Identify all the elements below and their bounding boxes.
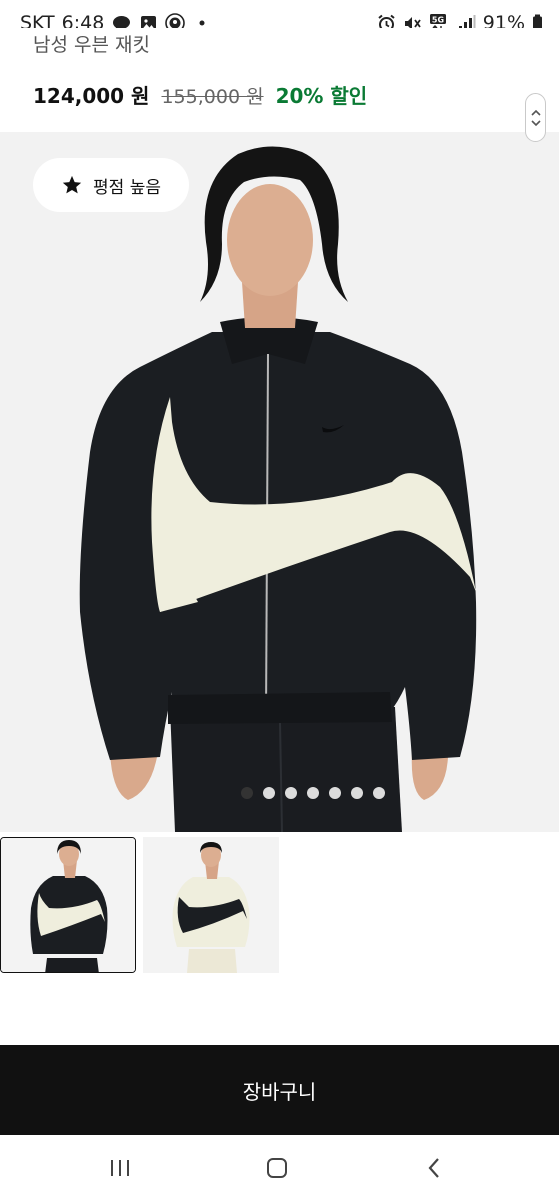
carousel-dot[interactable] xyxy=(350,787,363,799)
carousel-dot[interactable] xyxy=(372,787,385,799)
carousel-dot[interactable] xyxy=(328,787,341,799)
original-price: 155,000 원 xyxy=(161,86,264,108)
recent-apps-button[interactable] xyxy=(100,1153,140,1183)
recent-apps-icon xyxy=(111,1160,129,1176)
rating-badge-label: 평점 높음 xyxy=(93,177,161,198)
product-image-carousel[interactable]: 평점 높음 xyxy=(0,132,559,832)
carousel-dot[interactable] xyxy=(284,787,297,799)
thumbnail-black-jacket[interactable] xyxy=(0,837,136,973)
thumbnail-strip xyxy=(0,837,559,973)
svg-text:5G: 5G xyxy=(432,16,444,25)
home-button[interactable] xyxy=(257,1153,297,1183)
home-icon xyxy=(267,1158,287,1178)
star-icon xyxy=(62,175,82,194)
rating-badge: 평점 높음 xyxy=(33,158,189,212)
thumbnail-black-image xyxy=(1,838,135,972)
carousel-dot[interactable] xyxy=(262,787,275,799)
back-icon xyxy=(428,1158,439,1178)
thumbnail-cream-image xyxy=(143,837,279,973)
product-photo xyxy=(79,146,477,832)
chevron-down-icon xyxy=(530,119,541,126)
carousel-dot[interactable] xyxy=(306,787,319,799)
add-to-cart-button[interactable]: 장바구니 xyxy=(0,1045,559,1135)
scroll-handle[interactable] xyxy=(525,93,546,142)
current-price: 124,000 원 xyxy=(33,84,150,108)
carousel-dot[interactable] xyxy=(240,787,253,799)
system-nav-bar xyxy=(0,1135,559,1200)
chevron-up-icon xyxy=(530,109,541,116)
discount-label: 20% 할인 xyxy=(275,84,368,108)
back-button[interactable] xyxy=(414,1153,454,1183)
product-name: 남성 우븐 재킷 xyxy=(33,34,150,56)
carousel-indicators xyxy=(0,787,559,799)
product-header: 남성 우븐 재킷 124,000 원 155,000 원 20% 할인 xyxy=(0,28,559,132)
price-row: 124,000 원 155,000 원 20% 할인 xyxy=(33,80,367,109)
thumbnail-cream-jacket[interactable] xyxy=(143,837,279,973)
